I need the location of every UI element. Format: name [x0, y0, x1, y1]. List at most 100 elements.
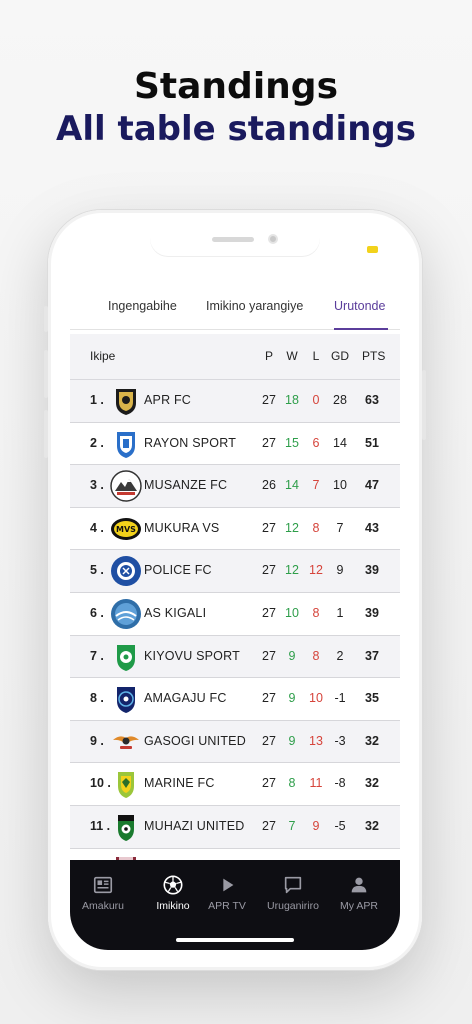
tab-urutonde[interactable]: Urutonde	[334, 294, 385, 330]
row-points: 32	[365, 818, 379, 833]
row-goal-difference: 2	[336, 648, 344, 663]
row-played: 27	[262, 435, 276, 450]
row-played: 26	[262, 478, 276, 493]
table-row[interactable]: 3 . MUSANZE FC 26 14 7 10 47	[70, 465, 400, 508]
row-points: 37	[365, 648, 379, 663]
row-position: 1 .	[90, 393, 104, 407]
rayon-sport-logo-icon	[117, 431, 135, 458]
row-team-name: MARINE FC	[144, 776, 215, 791]
row-won: 9	[288, 691, 296, 706]
row-position: 9 .	[90, 733, 104, 748]
row-lost: 8	[312, 605, 320, 620]
row-position: 8 .	[90, 691, 104, 706]
row-points: 63	[365, 393, 379, 407]
apr-fc-logo-icon	[116, 389, 136, 415]
table-row[interactable]: 2 . RAYON SPORT 27 15 6 14 51	[70, 422, 400, 466]
row-won: 14	[285, 478, 299, 493]
home-indicator[interactable]	[176, 938, 294, 942]
kiyovu-sport-logo-icon	[117, 644, 135, 671]
table-row[interactable]: 6 . AS KIGALI 27 10 8 1 39	[70, 592, 400, 636]
row-points: 51	[365, 435, 379, 450]
row-team-name: MUSANZE FC	[144, 478, 228, 493]
row-played: 27	[262, 605, 276, 620]
table-row[interactable]: 8 . AMAGAJU FC 27 9 10 -1 35	[70, 678, 400, 721]
nav-my-apr[interactable]: My APR	[326, 874, 392, 912]
row-position: 3 .	[90, 478, 104, 493]
row-won: 18	[285, 393, 299, 407]
row-won: 10	[285, 605, 299, 620]
standings-table: Ikipe P W L GD PTS 1 . APR FC 27 18 0 28…	[70, 334, 400, 869]
row-won: 8	[288, 776, 296, 791]
row-points: 32	[365, 776, 379, 791]
row-lost: 8	[312, 520, 320, 535]
row-points: 39	[365, 605, 379, 620]
table-row[interactable]: 9 . GASOGI UNITED 27 9 13 -3 32	[70, 720, 400, 764]
row-goal-difference: 10	[333, 478, 347, 493]
row-lost: 9	[312, 818, 320, 833]
nav-amakuru-label: Amakuru	[81, 900, 124, 912]
header-lost: L	[312, 349, 320, 363]
row-position: 7 .	[90, 648, 104, 663]
row-lost: 7	[312, 478, 320, 493]
row-goal-difference: -1	[334, 691, 346, 706]
header-team: Ikipe	[90, 349, 116, 363]
volume-down-button	[44, 410, 48, 458]
table-row[interactable]: 11 . MUHAZI UNITED 27 7 9 -5 32	[70, 805, 400, 849]
nav-amakuru[interactable]: Amakuru	[70, 874, 136, 912]
tab-bar: Ingengabihe Imikino yarangiye Urutonde	[70, 294, 400, 330]
amagaju-fc-logo-icon	[117, 687, 135, 714]
row-played: 27	[262, 648, 276, 663]
row-played: 27	[262, 776, 276, 791]
row-played: 27	[262, 818, 276, 833]
table-row[interactable]: 1 . APR FC 27 18 0 28 63	[70, 380, 400, 423]
header-goal-difference: GD	[331, 349, 349, 363]
row-won: 15	[285, 435, 299, 450]
row-played: 27	[262, 733, 276, 748]
row-goal-difference: -3	[334, 733, 346, 748]
table-row[interactable]: 7 . KIYOVU SPORT 27 9 8 2 37	[70, 635, 400, 679]
svg-text:MVS: MVS	[116, 525, 136, 534]
row-team-name: POLICE FC	[144, 563, 212, 578]
row-points: 39	[365, 563, 379, 578]
row-played: 27	[262, 563, 276, 578]
soccer-ball-icon	[163, 875, 183, 895]
table-row[interactable]: 10 . MARINE FC 27 8 11 -8 32	[70, 763, 400, 806]
nav-my-apr-label: My APR	[340, 900, 378, 912]
row-lost: 8	[312, 648, 320, 663]
row-played: 27	[262, 691, 276, 706]
row-team-name: MUHAZI UNITED	[144, 818, 245, 833]
row-goal-difference: -8	[334, 776, 346, 791]
nav-uruganiriro[interactable]: Uruganiriro	[260, 874, 326, 912]
row-won: 9	[288, 733, 296, 748]
row-position: 10 .	[90, 776, 111, 791]
play-icon	[223, 878, 234, 892]
row-team-name: AMAGAJU FC	[144, 691, 227, 706]
table-row[interactable]: 5 . POLICE FC 27 12 12 9 39	[70, 550, 400, 593]
row-lost: 10	[309, 691, 323, 706]
newspaper-icon	[93, 876, 113, 894]
row-position: 6 .	[90, 605, 104, 620]
mukura-vs-logo-icon: MVS	[111, 517, 141, 540]
notch	[150, 230, 320, 256]
tab-imikino-yarangiye[interactable]: Imikino yarangiye	[206, 294, 303, 330]
phone-frame: Ingengabihe Imikino yarangiye Urutonde I…	[44, 210, 426, 970]
row-points: 43	[365, 520, 379, 535]
row-lost: 0	[312, 393, 320, 407]
row-goal-difference: 1	[336, 605, 344, 620]
marine-fc-logo-icon	[118, 772, 134, 799]
table-row[interactable]: 4 . MVS MUKURA VS 27 12 8 7 43	[70, 507, 400, 551]
row-goal-difference: 28	[333, 393, 347, 407]
row-won: 12	[285, 563, 299, 578]
headline: Standings All table standings	[0, 66, 472, 150]
row-team-name: AS KIGALI	[144, 605, 207, 620]
tab-ingengabihe[interactable]: Ingengabihe	[108, 294, 177, 330]
table-header: Ikipe P W L GD PTS	[70, 334, 400, 380]
chat-icon	[284, 876, 302, 894]
row-position: 5 .	[90, 563, 104, 578]
nav-apr-tv[interactable]: APR TV	[194, 874, 260, 912]
row-lost: 12	[309, 563, 323, 578]
table-body: 1 . APR FC 27 18 0 28 63 2 . RAYON SPORT…	[70, 380, 400, 869]
row-team-name: KIYOVU SPORT	[144, 648, 240, 663]
row-won: 9	[288, 648, 296, 663]
row-points: 47	[365, 478, 379, 493]
